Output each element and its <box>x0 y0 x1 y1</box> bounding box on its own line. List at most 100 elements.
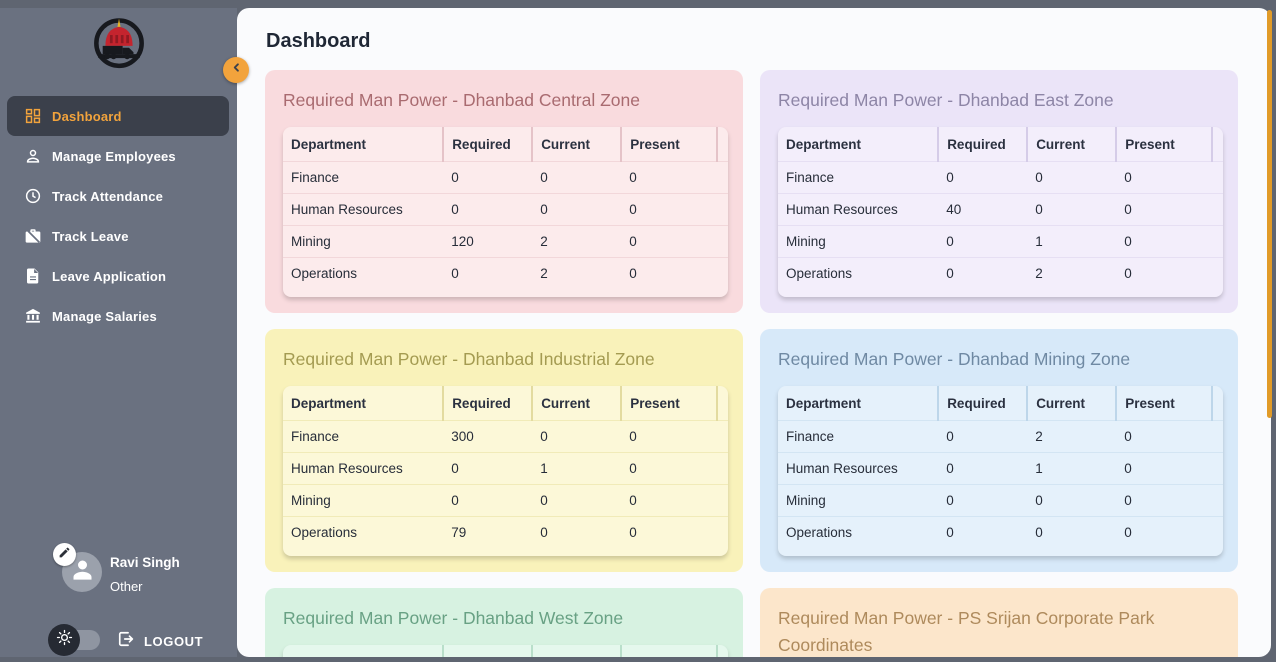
sidebar-item-track-attendance[interactable]: Track Attendance <box>7 176 229 216</box>
department-cell: Finance <box>283 162 443 194</box>
table-row: Operations7900 <box>283 517 728 549</box>
value-cell: 2 <box>532 258 621 290</box>
value-cell: 0 <box>938 226 1027 258</box>
value-cell: 0 <box>1027 485 1116 517</box>
header-row: DepartmentRequiredCurrentPresent <box>283 645 728 657</box>
table-row: Mining000 <box>778 485 1223 517</box>
column-header: Required <box>443 127 532 162</box>
value-cell: 1 <box>1027 226 1116 258</box>
value-cell: 0 <box>938 258 1027 290</box>
chevron-left-icon <box>228 59 245 81</box>
sidebar-item-manage-employees[interactable]: Manage Employees <box>7 136 229 176</box>
table-row: Operations020 <box>283 258 728 290</box>
value-cell: 0 <box>1027 194 1116 226</box>
value-cell: 0 <box>621 421 717 453</box>
table-row: Finance000 <box>778 162 1223 194</box>
edit-pencil-icon <box>58 546 71 564</box>
card-title: Required Man Power - PS Srijan Corporate… <box>778 605 1223 657</box>
department-cell: Mining <box>778 485 938 517</box>
manpower-card: Required Man Power - Dhanbad West Zone De… <box>265 588 743 657</box>
sidebar-item-label: Track Attendance <box>52 189 163 204</box>
value-cell: 0 <box>1116 453 1212 485</box>
value-cell: 1 <box>1027 453 1116 485</box>
column-header: Current <box>532 645 621 657</box>
column-header: Current <box>1027 127 1116 162</box>
theme-toggle-thumb[interactable] <box>48 624 80 656</box>
value-cell: 0 <box>938 421 1027 453</box>
value-cell: 0 <box>443 162 532 194</box>
logout-icon <box>116 629 136 654</box>
scrollbar-thumb[interactable] <box>1267 10 1272 418</box>
sidebar-item-track-leave[interactable]: Track Leave <box>7 216 229 256</box>
column-header: Department <box>778 127 938 162</box>
edit-avatar-button[interactable] <box>53 543 76 566</box>
value-cell: 0 <box>1116 194 1212 226</box>
cell-spacer <box>1212 517 1223 549</box>
value-cell: 2 <box>1027 421 1116 453</box>
work-off-icon <box>24 227 42 245</box>
value-cell: 0 <box>621 162 717 194</box>
header-row: DepartmentRequiredCurrentPresent <box>283 386 728 421</box>
card-title: Required Man Power - Dhanbad East Zone <box>778 87 1223 114</box>
value-cell: 0 <box>443 258 532 290</box>
value-cell: 0 <box>938 453 1027 485</box>
cards-grid: Required Man Power - Dhanbad Central Zon… <box>265 70 1238 657</box>
cell-spacer <box>1212 258 1223 290</box>
card-title: Required Man Power - Dhanbad Central Zon… <box>283 87 728 114</box>
department-cell: Human Resources <box>778 453 938 485</box>
sidebar-item-leave-application[interactable]: Leave Application <box>7 256 229 296</box>
header-row: DepartmentRequiredCurrentPresent <box>778 127 1223 162</box>
table-row: Finance000 <box>283 162 728 194</box>
column-spacer <box>717 386 728 421</box>
column-header: Department <box>283 127 443 162</box>
table-row: Operations020 <box>778 258 1223 290</box>
table-row: Finance30000 <box>283 421 728 453</box>
value-cell: 0 <box>1116 421 1212 453</box>
value-cell: 0 <box>621 517 717 549</box>
card-title: Required Man Power - Dhanbad West Zone <box>283 605 728 632</box>
department-cell: Human Resources <box>778 194 938 226</box>
manpower-card: Required Man Power - Dhanbad Industrial … <box>265 329 743 572</box>
sidebar-item-manage-salaries[interactable]: Manage Salaries <box>7 296 229 336</box>
person-icon <box>24 147 42 165</box>
manpower-card: Required Man Power - Dhanbad East Zone De… <box>760 70 1238 313</box>
column-header: Current <box>532 386 621 421</box>
value-cell: 40 <box>938 194 1027 226</box>
value-cell: 0 <box>621 485 717 517</box>
cell-spacer <box>717 421 728 453</box>
user-block: Ravi Singh Other <box>0 552 237 604</box>
value-cell: 0 <box>1116 162 1212 194</box>
cell-spacer <box>1212 421 1223 453</box>
value-cell: 0 <box>1116 485 1212 517</box>
department-cell: Mining <box>283 226 443 258</box>
column-spacer <box>1212 386 1223 421</box>
page-title: Dashboard <box>266 30 370 53</box>
value-cell: 2 <box>532 226 621 258</box>
column-header: Present <box>621 386 717 421</box>
sidebar-collapse-button[interactable] <box>223 57 249 83</box>
sidebar-menu: Dashboard Manage Employees Track Attendanc… <box>0 96 237 336</box>
clock-icon <box>24 187 42 205</box>
column-header: Required <box>938 386 1027 421</box>
table-row: Human Resources010 <box>283 453 728 485</box>
cell-spacer <box>717 485 728 517</box>
bottom-controls: LOGOUT <box>0 620 237 662</box>
cell-spacer <box>1212 485 1223 517</box>
department-cell: Mining <box>778 226 938 258</box>
value-cell: 0 <box>443 485 532 517</box>
column-spacer <box>717 127 728 162</box>
document-icon <box>24 267 42 285</box>
manpower-table: DepartmentRequiredCurrentPresentFinance0… <box>778 386 1223 556</box>
table-row: Mining000 <box>283 485 728 517</box>
sidebar-item-label: Dashboard <box>52 109 122 124</box>
column-header: Present <box>621 127 717 162</box>
department-cell: Finance <box>283 421 443 453</box>
logout-button[interactable]: LOGOUT <box>116 630 203 652</box>
column-header: Present <box>621 645 717 657</box>
sidebar-item-dashboard[interactable]: Dashboard <box>7 96 229 136</box>
sidebar: Dashboard Manage Employees Track Attendanc… <box>0 8 237 657</box>
value-cell: 0 <box>621 194 717 226</box>
column-header: Required <box>443 645 532 657</box>
value-cell: 0 <box>1116 517 1212 549</box>
bank-icon <box>24 307 42 325</box>
